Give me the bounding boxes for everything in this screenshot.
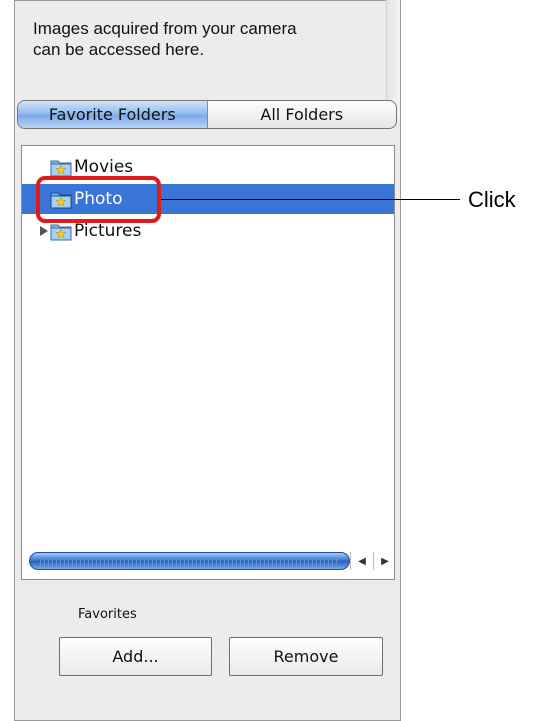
tree-item-label: Movies	[74, 157, 134, 177]
add-button[interactable]: Add...	[59, 637, 212, 676]
folder-tabs: Favorite Folders All Folders	[17, 100, 397, 129]
horizontal-scrollbar[interactable]: ◀ ▶	[29, 550, 396, 572]
info-text-line2: can be accessed here.	[33, 40, 205, 59]
scroll-right-icon[interactable]: ▶	[373, 552, 396, 570]
callout-highlight	[36, 176, 161, 223]
scrollbar-thumb[interactable]	[29, 552, 350, 570]
tree-item-label: Pictures	[74, 221, 142, 241]
scrollbar-arrows: ◀ ▶	[350, 552, 396, 570]
favorites-label: Favorites	[78, 607, 137, 622]
callout-leader-line	[161, 199, 460, 200]
tab-all-folders[interactable]: All Folders	[208, 101, 397, 128]
favorite-folder-icon	[50, 224, 72, 241]
folder-panel: Images acquired from your camera can be …	[14, 0, 401, 721]
scroll-left-icon[interactable]: ◀	[350, 552, 373, 570]
callout-label: Click	[468, 187, 516, 212]
info-text-line1: Images acquired from your camera	[33, 19, 297, 38]
favorite-folder-icon	[50, 160, 72, 177]
disclosure-triangle-icon[interactable]	[38, 225, 50, 237]
info-text: Images acquired from your camera can be …	[33, 18, 383, 60]
tab-favorite-folders[interactable]: Favorite Folders	[18, 101, 208, 128]
remove-button[interactable]: Remove	[229, 637, 383, 676]
panel-top-border	[15, 0, 400, 1]
